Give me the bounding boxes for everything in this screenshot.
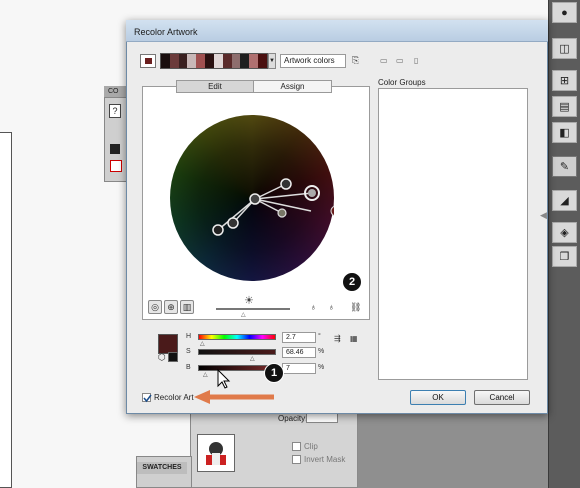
hsb-slider[interactable] [198,334,276,340]
save-changes-icon[interactable]: ▭ [380,56,388,65]
remove-color-tool-icon[interactable]: ♁ [328,302,335,312]
callout-badge-1: 1 [264,363,284,383]
collapse-panel-icon[interactable]: ◀ [540,210,547,221]
hsb-value-field[interactable]: 2.7 [282,332,316,343]
artwork-color-strip[interactable] [160,53,268,69]
hsb-slider[interactable] [198,349,276,355]
color-mode-menu-icon[interactable]: ⇶ [334,334,341,343]
dock-pages-icon[interactable]: ❐ [552,246,577,267]
color-strip-cell[interactable] [196,54,206,68]
out-of-gamut-icon: ⬡ [158,352,166,362]
hsb-unit: ° [318,333,321,340]
dock-pathfinder-icon[interactable]: ◧ [552,122,577,143]
hsb-unit: % [318,348,325,355]
color-marker [280,178,292,190]
color-marker [277,208,287,218]
invert-mask-label: Invert Mask [304,455,346,464]
brightness-thumb[interactable]: △ [241,311,246,318]
cancel-button[interactable]: Cancel [474,390,530,405]
smooth-wheel-icon[interactable]: ◎ [148,300,162,314]
color-marker [212,224,224,236]
color-strip-cell[interactable] [258,54,267,68]
segmented-wheel-icon[interactable]: ⊕ [164,300,178,314]
invert-mask-checkbox[interactable] [292,455,301,464]
hsb-label: H [186,333,192,340]
color-strip-cell[interactable] [249,54,259,68]
delete-icon[interactable]: ▯ [414,56,418,65]
clip-checkbox[interactable] [292,442,301,451]
color-group-name-field[interactable]: Artwork colors [280,54,346,68]
hsb-value-field[interactable]: 68.46 [282,347,316,358]
save-color-group-icon[interactable]: ⎘ [352,55,359,66]
chevron-down-icon[interactable]: ▼ [268,53,276,69]
sun-icon: ☀ [244,295,254,307]
pointer-arrow-icon [194,390,274,404]
callout-badge-2: 2 [342,272,362,292]
color-strip-cell[interactable] [187,54,197,68]
black-swatch[interactable] [168,352,178,362]
swatches-tab[interactable]: SWATCHES [137,462,187,474]
dock-layers-icon[interactable]: ◫ [552,38,577,59]
add-color-tool-icon[interactable]: ♁ [310,302,317,312]
link-icon[interactable]: ⛓ [350,302,361,313]
opacity-label: Opacity: [278,414,308,423]
opacity-field[interactable] [306,413,338,423]
color-marker-red [330,205,334,217]
artwork-thumbnail[interactable] [197,434,235,472]
color-strip-cell[interactable] [222,54,232,68]
hsb-unit: % [318,364,325,371]
color-marker [227,217,239,229]
color-groups-list[interactable] [378,88,528,380]
hsb-slider-thumb[interactable]: △ [203,371,208,378]
tab-assign[interactable]: Assign [254,80,332,93]
dock-appearance-icon[interactable]: ◈ [552,222,577,243]
dock-recolor-icon[interactable]: ✎ [552,156,577,177]
artboard[interactable] [0,132,12,488]
recolor-art-checkbox[interactable] [142,393,152,403]
dock-align-icon[interactable]: ▤ [552,96,577,117]
dock-transform-icon[interactable]: ⊞ [552,70,577,91]
color-strip-cell[interactable] [205,54,214,68]
color-bars-mode-icon[interactable]: ▦ [350,334,358,343]
color-strip-cell[interactable] [213,54,223,68]
mouse-cursor-icon [217,368,231,389]
none-swatch[interactable] [110,160,122,172]
clip-label: Clip [304,442,318,451]
brightness-slider[interactable] [216,308,290,310]
hsb-slider-thumb[interactable]: △ [200,340,205,347]
selected-color-marker-inner [308,189,316,197]
dock-color-icon[interactable]: ● [552,2,577,23]
hsb-value-field[interactable]: 7 [282,363,316,374]
fill-swatch[interactable] [110,144,120,154]
new-group-icon[interactable]: ▭ [396,56,404,65]
hsb-label: S [186,348,191,355]
color-markers[interactable] [170,115,334,281]
hsb-slider-thumb[interactable]: △ [250,355,255,362]
color-strip-cell[interactable] [231,54,241,68]
color-strip-cell[interactable] [240,54,250,68]
dock-gradient-icon[interactable]: ◢ [552,190,577,211]
color-groups-label: Color Groups [378,78,426,87]
tab-edit[interactable]: Edit [176,80,254,93]
selected-color-swatch[interactable] [158,334,178,354]
recolor-art-label: Recolor Art [154,393,194,402]
hsb-label: B [186,364,191,371]
color-bars-icon[interactable]: ▥ [180,300,194,314]
color-strip-cell[interactable] [169,54,179,68]
color-strip-cell[interactable] [161,54,170,68]
dialog-title: Recolor Artwork [134,27,198,37]
right-dock: ● ◫ ⊞ ▤ ◧ ✎ ◢ ◈ ❐ [548,0,580,488]
color-strip-cell[interactable] [178,54,188,68]
current-color-swatch[interactable] [140,54,156,68]
character-thumbnail-icon [206,442,226,465]
base-color-marker [249,193,261,205]
help-icon[interactable]: ? [109,104,121,118]
panel-background [358,412,548,488]
ok-button[interactable]: OK [410,390,466,405]
